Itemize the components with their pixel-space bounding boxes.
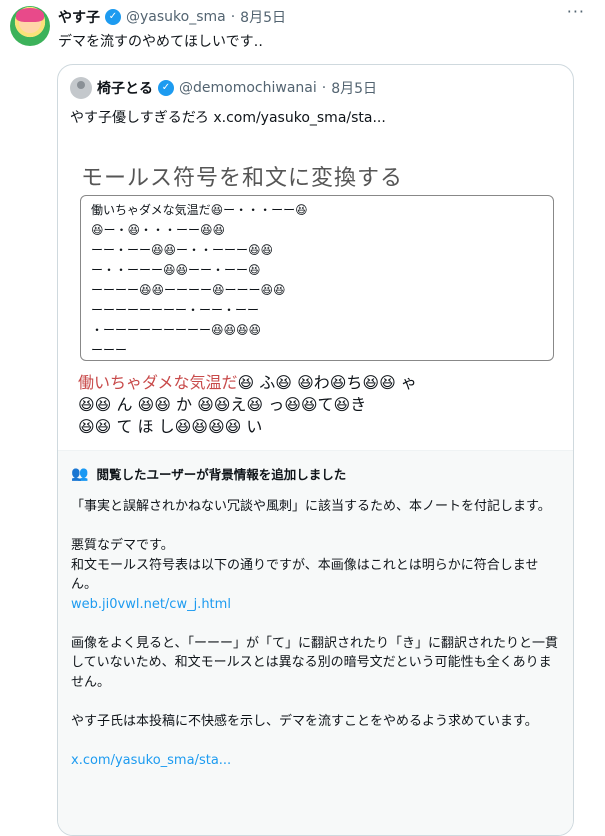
quote-date: 8月5日 bbox=[331, 81, 378, 97]
note-paragraph: 「事実と誤解されかねない冗談や風刺」に該当するため、本ノートを付記します。 bbox=[71, 499, 551, 514]
code-line: ーーーー😆😆ーーーー😆ーーー😆😆 bbox=[91, 283, 286, 297]
note-link[interactable]: web.ji0vwl.net/cw_j.html bbox=[71, 597, 231, 612]
result-line-2: 😆😆 ん 😆😆 か 😆😆え😆 っ😆😆て😆き bbox=[78, 395, 367, 414]
community-note-header: 👥 閲覧したユーザーが背景情報を追加しました bbox=[71, 464, 346, 483]
note-link[interactable]: x.com/yasuko_sma/sta... bbox=[71, 753, 231, 768]
quote-author-handle: @demomochiwanai bbox=[179, 80, 317, 96]
tweet-text: デマを流すのやめてほしいです‥ bbox=[58, 34, 263, 50]
translation-result: 働いちゃダメな気温だ😆 ふ😆 😆わ😆ち😆😆 ゃ 😆😆 ん 😆😆 か 😆😆え😆 っ… bbox=[78, 372, 558, 438]
author-handle[interactable]: @yasuko_sma bbox=[126, 9, 226, 25]
community-note-title: 閲覧したユーザーが背景情報を追加しました bbox=[96, 467, 347, 482]
image-title: モールス符号を和文に変換する bbox=[81, 166, 404, 191]
code-line: ーーーーーーーー・ーー・ーー bbox=[91, 303, 260, 317]
quote-avatar bbox=[70, 77, 92, 99]
code-line: ーー・ーー😆😆ー・・ーーー😆😆 bbox=[91, 243, 274, 257]
quote-header: 椅子とる ✓ @demomochiwanai · 8月5日 bbox=[70, 77, 377, 99]
more-options-icon[interactable]: ··· bbox=[567, 2, 585, 21]
verified-icon: ✓ bbox=[158, 80, 174, 96]
community-note-body: 「事実と誤解されかねない冗談や風刺」に該当するため、本ノートを付記します。 悪質… bbox=[71, 497, 559, 770]
code-line: ー・・ーーー😆😆ーー・ーー😆 bbox=[91, 263, 261, 277]
avatar[interactable] bbox=[10, 6, 50, 46]
author-name[interactable]: やす子 bbox=[58, 7, 100, 27]
code-line: ーーー bbox=[91, 343, 128, 357]
result-line-3: 😆😆 て ほ し😆😆😆😆 い bbox=[78, 417, 263, 436]
tweet-header: やす子 ✓ @yasuko_sma · 8月5日 bbox=[58, 7, 286, 27]
result-line-1: 😆 ふ😆 😆わ😆ち😆😆 ゃ bbox=[237, 373, 417, 392]
quote-author-name: 椅子とる bbox=[97, 81, 153, 97]
community-note: 👥 閲覧したユーザーが背景情報を追加しました 「事実と誤解されかねない冗談や風刺… bbox=[58, 450, 573, 835]
code-line: ・ーーーーーーーーー😆😆😆😆 bbox=[91, 323, 262, 337]
morse-code-box: 働いちゃダメな気温だ😆ー・・・ーー😆 😆ー・😆・・・ーー😆😆 ーー・ーー😆😆ー・… bbox=[80, 195, 554, 361]
verified-icon: ✓ bbox=[105, 9, 121, 25]
note-paragraph: やす子氏は本投稿に不快感を示し、デマを流すことをやめるよう求めています。 bbox=[71, 713, 538, 729]
code-line: 😆ー・😆・・・ーー😆😆 bbox=[91, 223, 226, 237]
people-icon: 👥 bbox=[71, 465, 89, 482]
code-line: 働いちゃダメな気温だ😆ー・・・ーー😆 bbox=[91, 203, 308, 217]
note-paragraph: 画像をよく見ると、「ーーー」が「て」に翻訳されたり「き」に翻訳されたりと一貫して… bbox=[71, 635, 558, 690]
result-highlight: 働いちゃダメな気温だ bbox=[78, 373, 238, 392]
quote-text: やす子優しすぎるだろ x.com/yasuko_sma/sta... bbox=[70, 110, 386, 126]
tweet-date[interactable]: 8月5日 bbox=[240, 7, 286, 27]
note-paragraph: 悪質なデマです。 和文モールス符号表は以下の通りですが、本画像はこれとは明らかに… bbox=[71, 538, 539, 592]
quoted-tweet[interactable]: 椅子とる ✓ @demomochiwanai · 8月5日 やす子優しすぎるだろ… bbox=[57, 64, 574, 836]
